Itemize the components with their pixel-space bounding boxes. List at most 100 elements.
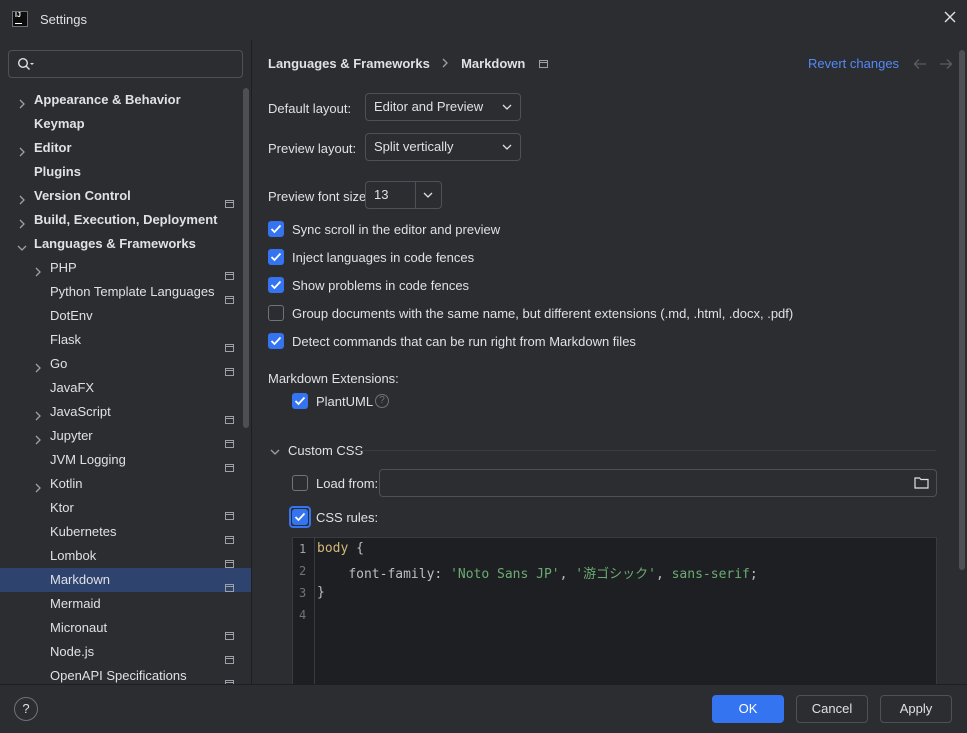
preview-layout-value: Split vertically <box>374 139 454 154</box>
option-checkbox[interactable] <box>268 277 284 293</box>
default-layout-value: Editor and Preview <box>374 99 484 114</box>
option-checkbox[interactable] <box>268 249 284 265</box>
option-checkbox[interactable] <box>268 333 284 349</box>
tree-item-label: JavaScript <box>50 404 111 419</box>
help-icon[interactable]: ? <box>375 394 389 408</box>
project-settings-icon <box>225 408 234 424</box>
cancel-button[interactable]: Cancel <box>796 695 868 723</box>
checkmark-icon <box>294 512 306 522</box>
option-label[interactable]: Inject languages in code fences <box>292 250 474 265</box>
tree-item-jvm-logging[interactable]: JVM Logging <box>0 448 251 472</box>
chevron-right-icon[interactable] <box>16 214 28 229</box>
tree-item-appearance-behavior[interactable]: Appearance & Behavior <box>0 88 251 112</box>
code-line: font-family: 'Noto Sans JP', '游ゴシック', sa… <box>317 563 757 582</box>
font-size-combo[interactable]: 13 <box>365 181 442 209</box>
tree-item-label: Keymap <box>34 116 85 131</box>
tree-item-kubernetes[interactable]: Kubernetes <box>0 520 251 544</box>
tree-item-javascript[interactable]: JavaScript <box>0 400 251 424</box>
css-rules-label[interactable]: CSS rules: <box>316 510 378 525</box>
tree-item-ktor[interactable]: Ktor <box>0 496 251 520</box>
tree-item-dotenv[interactable]: DotEnv <box>0 304 251 328</box>
project-settings-icon <box>225 528 234 544</box>
project-settings-icon <box>539 56 548 71</box>
tree-item-plugins[interactable]: Plugins <box>0 160 251 184</box>
tree-item-openapi-specifications[interactable]: OpenAPI Specifications <box>0 664 251 684</box>
ok-button[interactable]: OK <box>712 695 784 723</box>
default-layout-select[interactable]: Editor and Preview <box>365 93 521 121</box>
tree-item-php[interactable]: PHP <box>0 256 251 280</box>
breadcrumb: Languages & Frameworks Markdown <box>268 55 548 71</box>
breadcrumb-current: Markdown <box>461 56 526 72</box>
preview-layout-select[interactable]: Split vertically <box>365 133 521 161</box>
app-icon: IJ <box>12 11 28 27</box>
chevron-right-icon[interactable] <box>32 358 44 373</box>
project-settings-icon <box>225 192 234 208</box>
chevron-down-icon[interactable] <box>270 444 280 459</box>
tree-item-python-template-languages[interactable]: Python Template Languages <box>0 280 251 304</box>
tree-item-version-control[interactable]: Version Control <box>0 184 251 208</box>
option-label[interactable]: Detect commands that can be run right fr… <box>292 334 636 349</box>
tree-item-jupyter[interactable]: Jupyter <box>0 424 251 448</box>
tree-item-markdown[interactable]: Markdown <box>0 568 251 592</box>
chevron-right-icon[interactable] <box>16 190 28 205</box>
project-settings-icon <box>225 624 234 640</box>
css-rules-checkbox[interactable] <box>292 509 308 525</box>
option-checkbox[interactable] <box>268 305 284 321</box>
tree-item-label: OpenAPI Specifications <box>50 668 187 683</box>
tree-item-javafx[interactable]: JavaFX <box>0 376 251 400</box>
option-checkbox[interactable] <box>268 221 284 237</box>
project-settings-icon <box>225 432 234 448</box>
tree-item-label: JVM Logging <box>50 452 126 467</box>
tree-item-build-execution-deployment[interactable]: Build, Execution, Deployment <box>0 208 251 232</box>
tree-item-keymap[interactable]: Keymap <box>0 112 251 136</box>
code-punctuation: } <box>317 585 325 600</box>
arrow-left-icon[interactable] <box>913 58 927 70</box>
chevron-right-icon[interactable] <box>32 406 44 421</box>
tree-item-label: Languages & Frameworks <box>34 236 196 251</box>
close-icon[interactable] <box>943 10 957 24</box>
arrow-right-icon[interactable] <box>939 58 953 70</box>
chevron-right-icon[interactable] <box>16 142 28 157</box>
tree-item-lombok[interactable]: Lombok <box>0 544 251 568</box>
window-title: Settings <box>40 12 87 27</box>
tree-scrollbar[interactable] <box>243 88 249 428</box>
css-rules-editor[interactable]: 1 2 3 4 body { font-family: 'Noto Sans J… <box>292 537 937 685</box>
tree-item-go[interactable]: Go <box>0 352 251 376</box>
load-from-path-input[interactable] <box>379 469 937 497</box>
default-layout-label: Default layout: <box>268 101 352 116</box>
option-label[interactable]: Sync scroll in the editor and preview <box>292 222 500 237</box>
load-from-checkbox[interactable] <box>292 475 308 491</box>
project-settings-icon <box>225 456 234 472</box>
folder-icon[interactable] <box>914 476 929 489</box>
tree-item-mermaid[interactable]: Mermaid <box>0 592 251 616</box>
chevron-right-icon[interactable] <box>16 94 28 109</box>
tree-item-node-js[interactable]: Node.js <box>0 640 251 664</box>
breadcrumb-parent[interactable]: Languages & Frameworks <box>268 56 430 71</box>
option-label[interactable]: Group documents with the same name, but … <box>292 306 793 321</box>
tree-item-editor[interactable]: Editor <box>0 136 251 160</box>
dialog-footer: ? OK Cancel Apply <box>0 684 967 733</box>
chevron-down-icon[interactable] <box>16 238 28 251</box>
line-number: 3 <box>299 586 307 600</box>
revert-changes-link[interactable]: Revert changes <box>808 56 899 71</box>
help-button[interactable]: ? <box>14 697 38 721</box>
project-settings-icon <box>225 672 234 684</box>
load-from-label[interactable]: Load from: <box>316 476 378 491</box>
plantuml-checkbox[interactable] <box>292 393 308 409</box>
tree-item-micronaut[interactable]: Micronaut <box>0 616 251 640</box>
content-scrollbar[interactable] <box>959 50 965 570</box>
tree-item-flask[interactable]: Flask <box>0 328 251 352</box>
apply-button[interactable]: Apply <box>880 695 952 723</box>
option-label[interactable]: Show problems in code fences <box>292 278 469 293</box>
tree-item-label: Node.js <box>50 644 95 659</box>
chevron-right-icon[interactable] <box>32 430 44 445</box>
search-input[interactable] <box>8 50 243 78</box>
plantuml-label[interactable]: PlantUML <box>316 394 373 409</box>
tree-item-kotlin[interactable]: Kotlin <box>0 472 251 496</box>
chevron-right-icon[interactable] <box>32 478 44 493</box>
tree-item-languages-frameworks[interactable]: Languages & Frameworks <box>0 232 251 256</box>
tree-item-label: Flask <box>50 332 82 347</box>
extensions-label: Markdown Extensions: <box>268 371 399 386</box>
chevron-right-icon[interactable] <box>32 262 44 277</box>
settings-tree-panel: Appearance & Behavior Keymap Editor Plugins… <box>0 40 251 684</box>
